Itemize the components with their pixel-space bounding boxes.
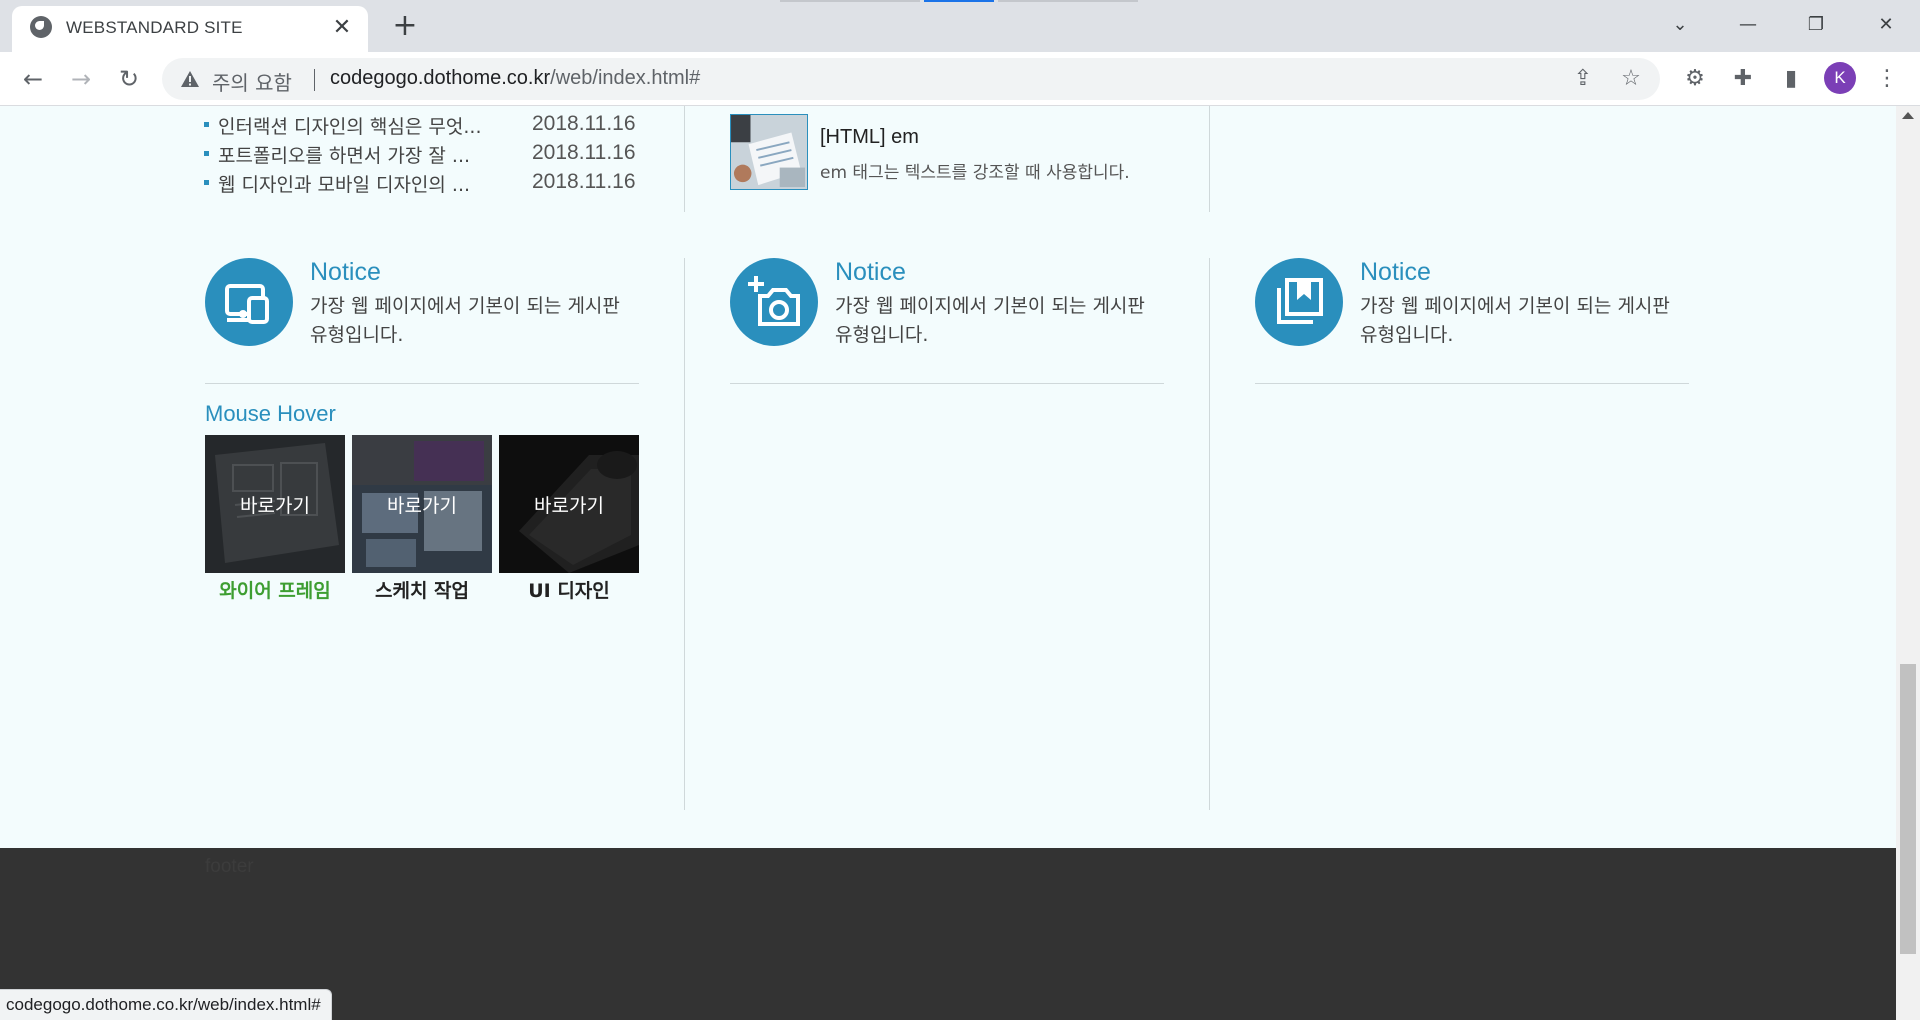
notice-title[interactable]: Notice — [835, 258, 906, 287]
new-tab-button[interactable]: + — [388, 10, 422, 44]
list-item[interactable]: 웹 디자인과 모바일 디자인의 ... 2018.11.16 — [204, 168, 644, 197]
bullet-icon — [204, 151, 209, 156]
profile-avatar[interactable]: K — [1824, 62, 1856, 94]
share-icon[interactable]: ⇪ — [1570, 66, 1596, 92]
bullet-icon — [204, 180, 209, 185]
news-title[interactable]: 포트폴리오를 하면서 가장 잘 ... — [218, 141, 470, 168]
warning-icon[interactable] — [180, 69, 200, 89]
back-button[interactable]: ← — [16, 62, 50, 96]
gallery-caption[interactable]: UI 디자인 — [499, 576, 639, 603]
post-thumbnail-image[interactable] — [730, 114, 808, 190]
tab-search-icon[interactable]: ⌄ — [1660, 8, 1700, 42]
browser-toolbar: ← → ↻ 주의 요함 codegogo.dothome.co.kr/web/i… — [0, 52, 1920, 106]
gallery-card[interactable]: 바로가기 — [205, 435, 345, 573]
security-label[interactable]: 주의 요함 — [212, 67, 292, 96]
scroll-thumb[interactable] — [1900, 664, 1916, 954]
tab-title: WEBSTANDARD SITE — [66, 18, 243, 37]
thumbnail-post[interactable]: [HTML] em em 태그는 텍스트를 강조할 때 사용합니다. — [730, 114, 1200, 190]
bookmark-star-icon[interactable]: ☆ — [1618, 66, 1644, 92]
reload-button[interactable]: ↻ — [112, 62, 146, 96]
gallery-card[interactable]: 바로가기 — [352, 435, 492, 573]
mouse-hover-heading: Mouse Hover — [205, 401, 336, 426]
news-date: 2018.11.16 — [532, 170, 636, 193]
restore-button[interactable]: ❐ — [1796, 8, 1836, 42]
close-tab-icon[interactable]: ✕ — [328, 14, 356, 42]
devices-icon — [205, 258, 293, 346]
footer-text: footer — [205, 856, 254, 877]
page-scrollbar[interactable] — [1896, 106, 1920, 1020]
omnibox-divider — [314, 69, 315, 91]
bookmarks-icon — [1255, 258, 1343, 346]
notice-title[interactable]: Notice — [310, 258, 381, 287]
extensions-puzzle-icon[interactable]: ✚ — [1728, 64, 1758, 94]
notice-card[interactable]: Notice 가장 웹 페이지에서 기본이 되는 게시판 유형입니다. — [1255, 258, 1689, 384]
more-menu-icon[interactable]: ⋮ — [1872, 64, 1902, 94]
column-divider — [1209, 258, 1210, 810]
forward-button[interactable]: → — [64, 62, 98, 96]
globe-icon — [30, 16, 52, 38]
browser-tab[interactable]: WEBSTANDARD SITE ✕ — [12, 6, 368, 52]
news-date: 2018.11.16 — [532, 112, 636, 135]
column-divider — [1209, 106, 1210, 212]
add-camera-icon — [730, 258, 818, 346]
close-window-button[interactable]: ✕ — [1866, 8, 1906, 42]
bullet-icon — [204, 122, 209, 127]
gallery-card[interactable]: 바로가기 — [499, 435, 639, 573]
list-item[interactable]: 인터랙션 디자인의 핵심은 무엇... 2018.11.16 — [204, 110, 644, 139]
hover-overlay-label[interactable]: 바로가기 — [352, 491, 492, 518]
post-title[interactable]: [HTML] em — [820, 126, 919, 149]
news-title[interactable]: 웹 디자인과 모바일 디자인의 ... — [218, 170, 470, 197]
column-divider — [684, 258, 685, 810]
gallery-caption[interactable]: 스케치 작업 — [352, 576, 492, 603]
list-item[interactable]: 포트폴리오를 하면서 가장 잘 ... 2018.11.16 — [204, 139, 644, 168]
news-date: 2018.11.16 — [532, 141, 636, 164]
side-panel-icon[interactable]: ▮ — [1776, 64, 1806, 94]
extension-gear-icon[interactable]: ⚙ — [1680, 64, 1710, 94]
scroll-up-arrow-icon[interactable] — [1902, 112, 1914, 119]
notice-description: 가장 웹 페이지에서 기본이 되는 게시판 유형입니다. — [835, 295, 1145, 346]
news-title[interactable]: 인터랙션 디자인의 핵심은 무엇... — [218, 112, 481, 139]
hover-overlay-label[interactable]: 바로가기 — [205, 491, 345, 518]
column-divider — [684, 106, 685, 212]
link-status-bubble: codegogo.dothome.co.kr/web/index.html# — [0, 989, 332, 1020]
tab-strip: WEBSTANDARD SITE ✕ + ⌄ — ❐ ✕ — [0, 0, 1920, 52]
gallery-caption[interactable]: 와이어 프레임 — [205, 576, 345, 603]
news-list: 인터랙션 디자인의 핵심은 무엇... 2018.11.16 포트폴리오를 하면… — [204, 110, 644, 197]
notice-description: 가장 웹 페이지에서 기본이 되는 게시판 유형입니다. — [310, 295, 620, 346]
notice-description: 가장 웹 페이지에서 기본이 되는 게시판 유형입니다. — [1360, 295, 1670, 346]
hover-overlay-label[interactable]: 바로가기 — [499, 491, 639, 518]
page-content: 인터랙션 디자인의 핵심은 무엇... 2018.11.16 포트폴리오를 하면… — [0, 106, 1896, 1020]
notice-card[interactable]: Notice 가장 웹 페이지에서 기본이 되는 게시판 유형입니다. — [205, 258, 639, 384]
post-description: em 태그는 텍스트를 강조할 때 사용합니다. — [820, 163, 1130, 183]
notice-card[interactable]: Notice 가장 웹 페이지에서 기본이 되는 게시판 유형입니다. — [730, 258, 1164, 384]
notice-title[interactable]: Notice — [1360, 258, 1431, 287]
url-text[interactable]: codegogo.dothome.co.kr/web/index.html# — [330, 67, 700, 90]
address-bar[interactable]: 주의 요함 codegogo.dothome.co.kr/web/index.h… — [162, 58, 1660, 100]
url-host: codegogo.dothome.co.kr — [330, 67, 551, 89]
minimize-button[interactable]: — — [1728, 8, 1768, 42]
tab-indicators — [780, 0, 1140, 2]
url-path: /web/index.html# — [550, 67, 701, 89]
